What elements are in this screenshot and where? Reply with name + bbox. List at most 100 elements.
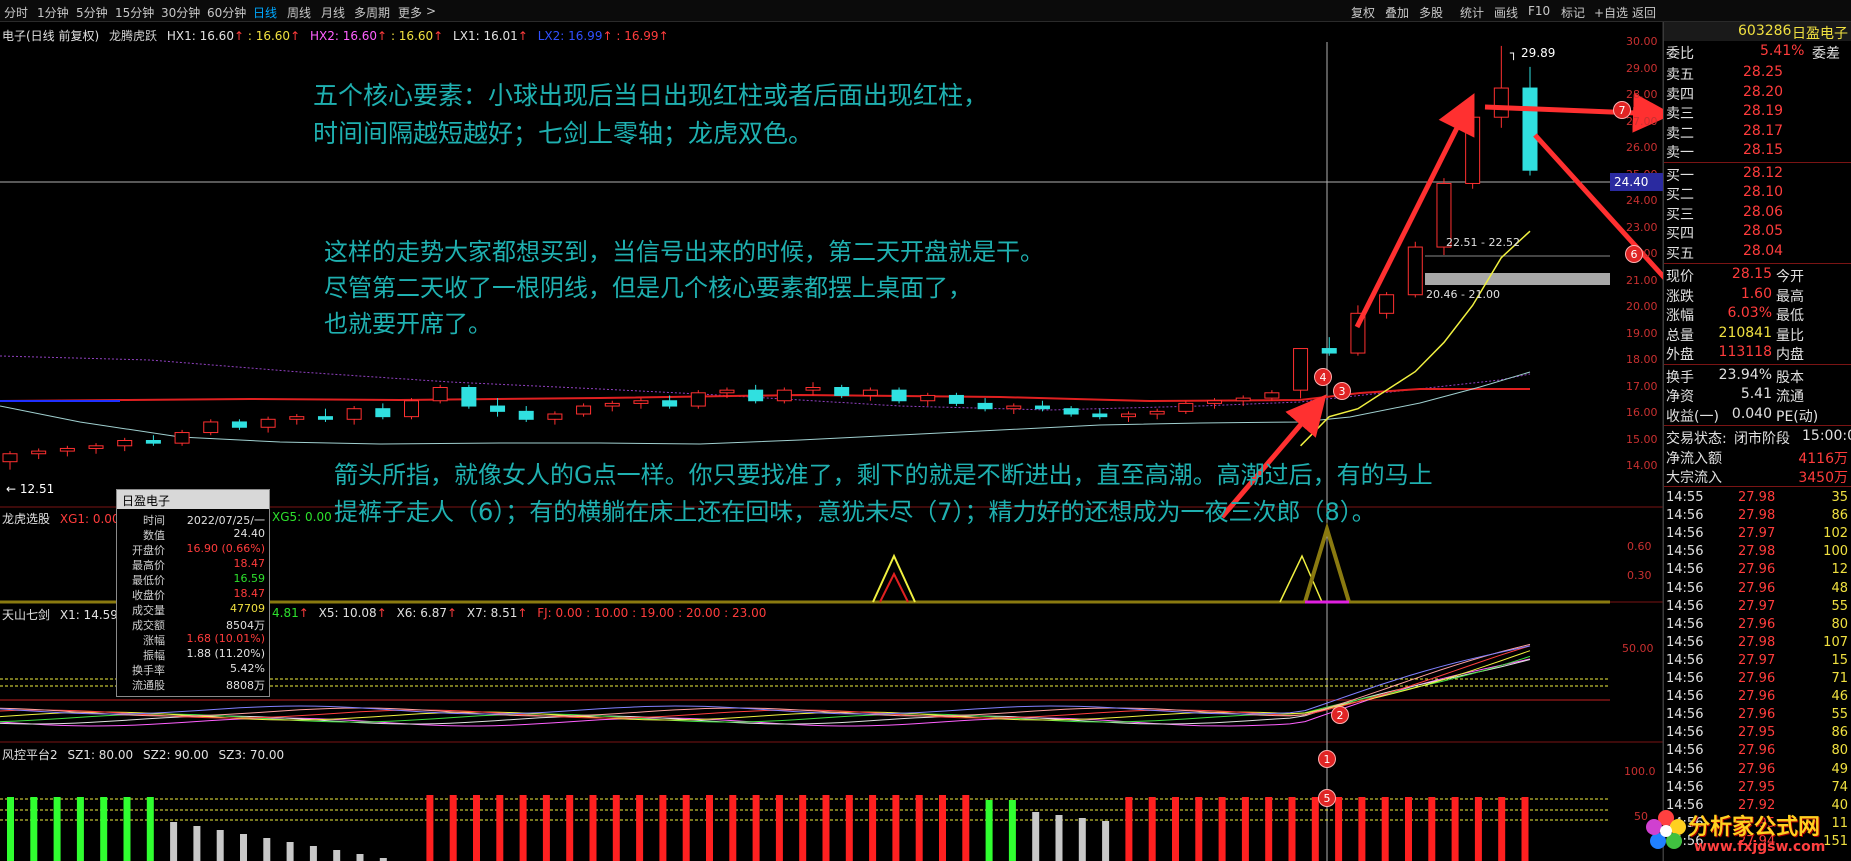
risk-bar [146, 797, 154, 861]
tick-volume: 107 [1823, 634, 1848, 650]
toolbar-overlay-button[interactable]: 叠加 [1385, 4, 1409, 21]
candle [88, 443, 104, 454]
bid-label: 买一 [1666, 167, 1694, 184]
toolbar-f10-button[interactable]: F10 [1528, 4, 1550, 18]
toolbar-mark-button[interactable]: 标记 [1561, 4, 1585, 21]
period-tab-1min[interactable]: 1分钟 [37, 4, 69, 21]
toolbar-fuquan-button[interactable]: 复权 [1351, 4, 1375, 21]
period-tab-60min[interactable]: 60分钟 [207, 4, 246, 21]
price-tick: 18.00 [1626, 353, 1658, 366]
stat-row: 外盘 113118 内盘 [1664, 343, 1851, 363]
tick-price: 27.96 [1738, 580, 1776, 596]
candle [231, 419, 247, 430]
tick-row: 14:56 27.96 80 [1664, 616, 1851, 635]
toolbar-multistock-button[interactable]: 多股 [1419, 4, 1443, 21]
period-tab-multi[interactable]: 多周期 [354, 4, 390, 21]
period-tab-30min[interactable]: 30分钟 [161, 4, 200, 21]
tick-price: 27.96 [1738, 761, 1776, 777]
price-tick: 14.00 [1626, 459, 1658, 472]
tick-row: 14:56 27.96 48 [1664, 580, 1851, 599]
tooltip-value: 16.90 (0.66%) [186, 542, 265, 555]
risk-bar [1078, 818, 1086, 861]
toolbar-draw-button[interactable]: 画线 [1494, 4, 1518, 21]
stat-row: 涨跌 1.60 最高 [1664, 285, 1851, 305]
ask-price: 28.25 [1743, 64, 1784, 80]
badge-6: 6 [1625, 245, 1643, 263]
kline-chart[interactable] [0, 22, 1663, 861]
risk-bar [1521, 797, 1529, 861]
chart-area[interactable]: 电子(日线 前复权) 龙腾虎跃 HX1: 16.60↑ : 16.60↑ HX2… [0, 22, 1741, 861]
tooltip-title[interactable]: 日盈电子 [117, 490, 269, 509]
period-tab-weekly[interactable]: 周线 [287, 4, 311, 21]
tooltip-row: 振幅 1.88 (11.20%) [117, 647, 269, 662]
tick-price: 27.96 [1738, 689, 1776, 705]
tooltip-row: 数值 24.40 [117, 527, 269, 542]
risk-bar [496, 795, 504, 861]
risk-bar [426, 795, 434, 861]
risk-bar [962, 795, 970, 861]
tooltip-key: 振幅 [143, 649, 165, 662]
note-3-line-2: 提裤子走人（6）；有的横躺在床上还在回味，意犹未尽（7）；精力好的还想成为一夜三… [334, 498, 1376, 526]
candle [461, 384, 477, 409]
risk-bar [1102, 821, 1110, 861]
block-inflow-row: 大宗流入 3450万 [1664, 466, 1851, 486]
tooltip-row: 开盘价 16.90 (0.66%) [117, 542, 269, 557]
period-tab-daily[interactable]: 日线 [253, 4, 277, 21]
price-tick: 27.00 [1626, 114, 1658, 128]
sub2-x7: X7: 8.51 [466, 606, 518, 620]
tick-time: 14:56 [1666, 671, 1704, 686]
candle [547, 411, 563, 425]
sub3-label: 风控平台2 [2, 748, 58, 762]
ask-price: 28.15 [1743, 142, 1784, 158]
tick-price: 27.98 [1738, 544, 1776, 560]
period-tab-fenshi[interactable]: 分时 [4, 4, 28, 21]
tick-price: 27.95 [1738, 779, 1776, 795]
weibi-label: 委比 [1666, 46, 1694, 62]
more-arrow-icon[interactable]: > [426, 4, 436, 18]
trade-state-row: 交易状态: 闭市阶段 15:00:0 [1664, 427, 1851, 447]
price-tick: 29.00 [1626, 61, 1658, 75]
stat2-row: 收益(一) 0.040 PE(动) [1664, 405, 1851, 425]
tick-time: 14:56 [1666, 508, 1704, 524]
risk-bar [682, 795, 690, 861]
tick-price: 27.96 [1738, 707, 1776, 723]
tick-time: 14:56 [1666, 779, 1704, 795]
period-tab-5min[interactable]: 5分钟 [76, 4, 108, 21]
candle [117, 437, 133, 452]
more-menu[interactable]: 更多 [398, 4, 422, 21]
risk-bar [1474, 797, 1482, 861]
tick-volume: 35 [1831, 490, 1848, 505]
risk-bar [473, 795, 480, 861]
tick-price: 27.96 [1738, 616, 1776, 632]
tick-time: 14:56 [1666, 562, 1704, 578]
risk-bar [1381, 797, 1389, 861]
block-inflow-value: 3450万 [1798, 470, 1848, 486]
note-1-line-2: 时间间隔越短越好；七剑上零轴；龙虎双色。 [313, 119, 814, 148]
risk-bar [706, 795, 713, 861]
toolbar-add-favorite-button[interactable]: +自选 [1594, 4, 1628, 21]
price-tick: 23.00 [1626, 220, 1658, 234]
tick-row: 14:56 27.96 46 [1664, 688, 1851, 707]
period-tab-15min[interactable]: 15分钟 [115, 4, 154, 21]
toolbar-back-button[interactable]: 返回 [1632, 4, 1656, 21]
data-tooltip-window[interactable]: 日盈电子 时间 2022/07/25/一 数值 24.40 开盘价 16.90 (0.66… [116, 489, 270, 697]
tooltip-value: 18.47 [233, 587, 266, 600]
indicator-name: 龙腾虎跃 [109, 29, 158, 43]
candle [289, 414, 305, 425]
sub2-tick-1: 50.00 [1622, 642, 1654, 655]
stat2-label: 收益(一) [1666, 408, 1719, 425]
period-tab-monthly[interactable]: 月线 [321, 4, 345, 21]
tick-volume: 49 [1831, 761, 1848, 777]
lx1-value: LX1: 16.01 [453, 29, 518, 43]
toolbar-stats-button[interactable]: 统计 [1460, 4, 1484, 21]
tooltip-key: 成交额 [132, 619, 165, 632]
price-tick: 26.00 [1626, 141, 1658, 154]
stat-label: 涨幅 [1666, 308, 1694, 324]
sub1-xg5: XG5: 0.00 [272, 510, 332, 524]
ask-label: 卖二 [1666, 125, 1694, 142]
tick-price: 27.98 [1738, 490, 1776, 505]
risk-bar [53, 797, 61, 861]
sub2-fj: FJ: 0.00 : 10.00 : 19.00 : 20.00 : 23.00 [537, 606, 767, 620]
tick-row: 14:56 27.97 102 [1664, 525, 1851, 544]
trade-state-time: 15:00:0 [1802, 428, 1851, 444]
